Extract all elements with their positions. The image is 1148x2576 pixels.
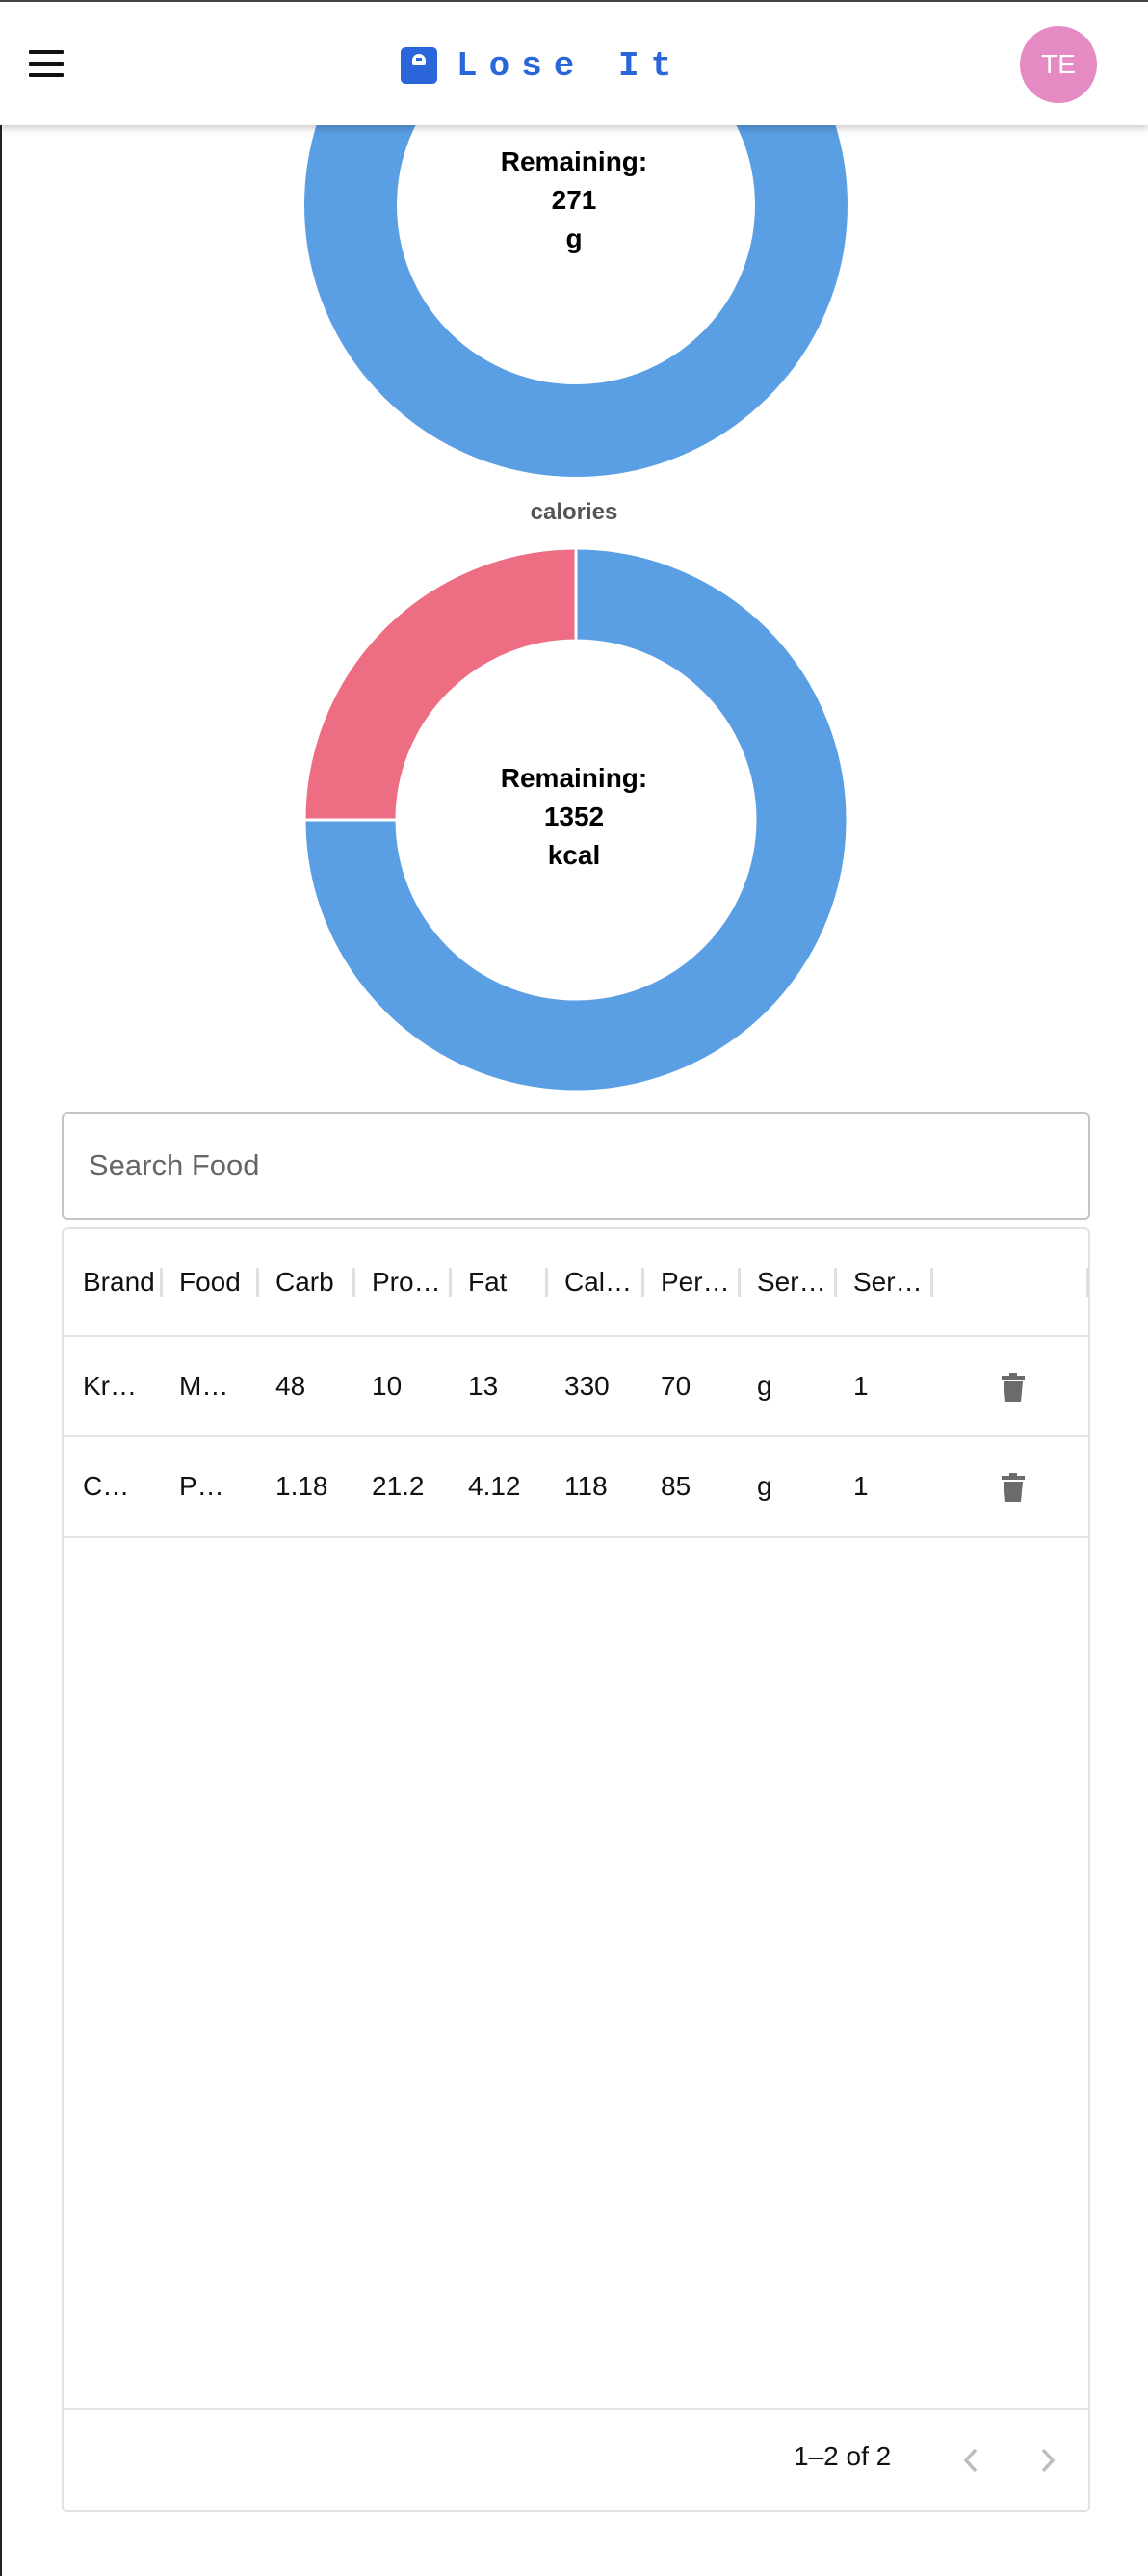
trash-icon [1002,1373,1025,1402]
cell-food: P… [179,1471,224,1501]
cell-servings: 1 [853,1371,869,1401]
search-input[interactable] [64,1114,1088,1218]
column-header-serving-unit[interactable]: Ser… [738,1229,834,1335]
cell-carb: 1.18 [275,1471,328,1501]
macro-remaining-text: Remaining: 271 g [430,143,718,258]
delete-button[interactable] [994,1468,1032,1507]
column-header-calories[interactable]: Cal… [545,1229,641,1335]
table-row[interactable]: C… P… 1.18 21.2 4.12 118 85 g 1 [64,1437,1088,1538]
next-page-button[interactable] [1021,2433,1075,2487]
cell-food: M… [179,1371,229,1401]
column-separator[interactable] [930,1268,933,1297]
cell-brand: C… [83,1471,130,1501]
cell-fat: 4.12 [468,1471,521,1501]
remaining-value: 271 [551,185,597,215]
cell-carb: 48 [275,1371,306,1401]
calories-donut-chart: calories Remaining: 1352 kcal [0,491,1148,1108]
calories-remaining-text: Remaining: 1352 kcal [430,759,718,875]
column-header-carb[interactable]: Carb [256,1229,352,1335]
remaining-unit: kcal [547,840,601,870]
previous-page-button[interactable] [944,2433,998,2487]
remaining-value: 1352 [543,802,605,831]
app-title: Lose It [457,45,684,86]
menu-icon-line [29,62,64,66]
table-footer: 1–2 of 2 [64,2408,1088,2510]
column-separator[interactable] [1086,1268,1089,1297]
chevron-right-icon [1041,2448,1056,2473]
cell-serving-unit: g [757,1471,772,1501]
column-header-fat[interactable]: Fat [449,1229,545,1335]
column-header-per[interactable]: Per… [641,1229,738,1335]
remaining-unit: g [565,223,583,253]
column-header-brand[interactable]: Brand [64,1229,160,1335]
app-bar: Lose It TE [0,0,1148,125]
column-header-servings[interactable]: Ser… [834,1229,930,1335]
menu-icon-line [29,73,64,77]
cell-brand: Kr… [83,1371,137,1401]
chevron-left-icon [963,2448,978,2473]
cell-fat: 13 [468,1371,499,1401]
column-header-protein[interactable]: Pro… [352,1229,449,1335]
remaining-label: Remaining: [500,146,648,176]
pagination-label: 1–2 of 2 [794,2441,892,2471]
search-food-field[interactable] [62,1112,1090,1220]
food-table: Brand Food Carb Pro… Fat Cal… Per… Ser… … [62,1227,1090,2512]
cell-serving-unit: g [757,1371,772,1401]
menu-icon-line [29,50,64,54]
menu-button[interactable] [21,42,71,85]
cell-per: 70 [661,1371,691,1401]
cell-per: 85 [661,1471,691,1501]
avatar[interactable]: TE [1020,26,1097,103]
trash-icon [1002,1473,1025,1502]
delete-button[interactable] [994,1368,1032,1406]
remaining-label: Remaining: [500,763,648,793]
brand[interactable]: Lose It [401,44,683,87]
cell-calories: 330 [564,1371,610,1401]
cell-calories: 118 [564,1471,608,1501]
table-header: Brand Food Carb Pro… Fat Cal… Per… Ser… … [64,1229,1089,1337]
cell-protein: 21.2 [372,1471,425,1501]
column-header-food[interactable]: Food [160,1229,256,1335]
cell-protein: 10 [372,1371,403,1401]
cell-servings: 1 [853,1471,869,1501]
scale-icon [401,47,437,84]
table-row[interactable]: Kr… M… 48 10 13 330 70 g 1 [64,1337,1088,1437]
